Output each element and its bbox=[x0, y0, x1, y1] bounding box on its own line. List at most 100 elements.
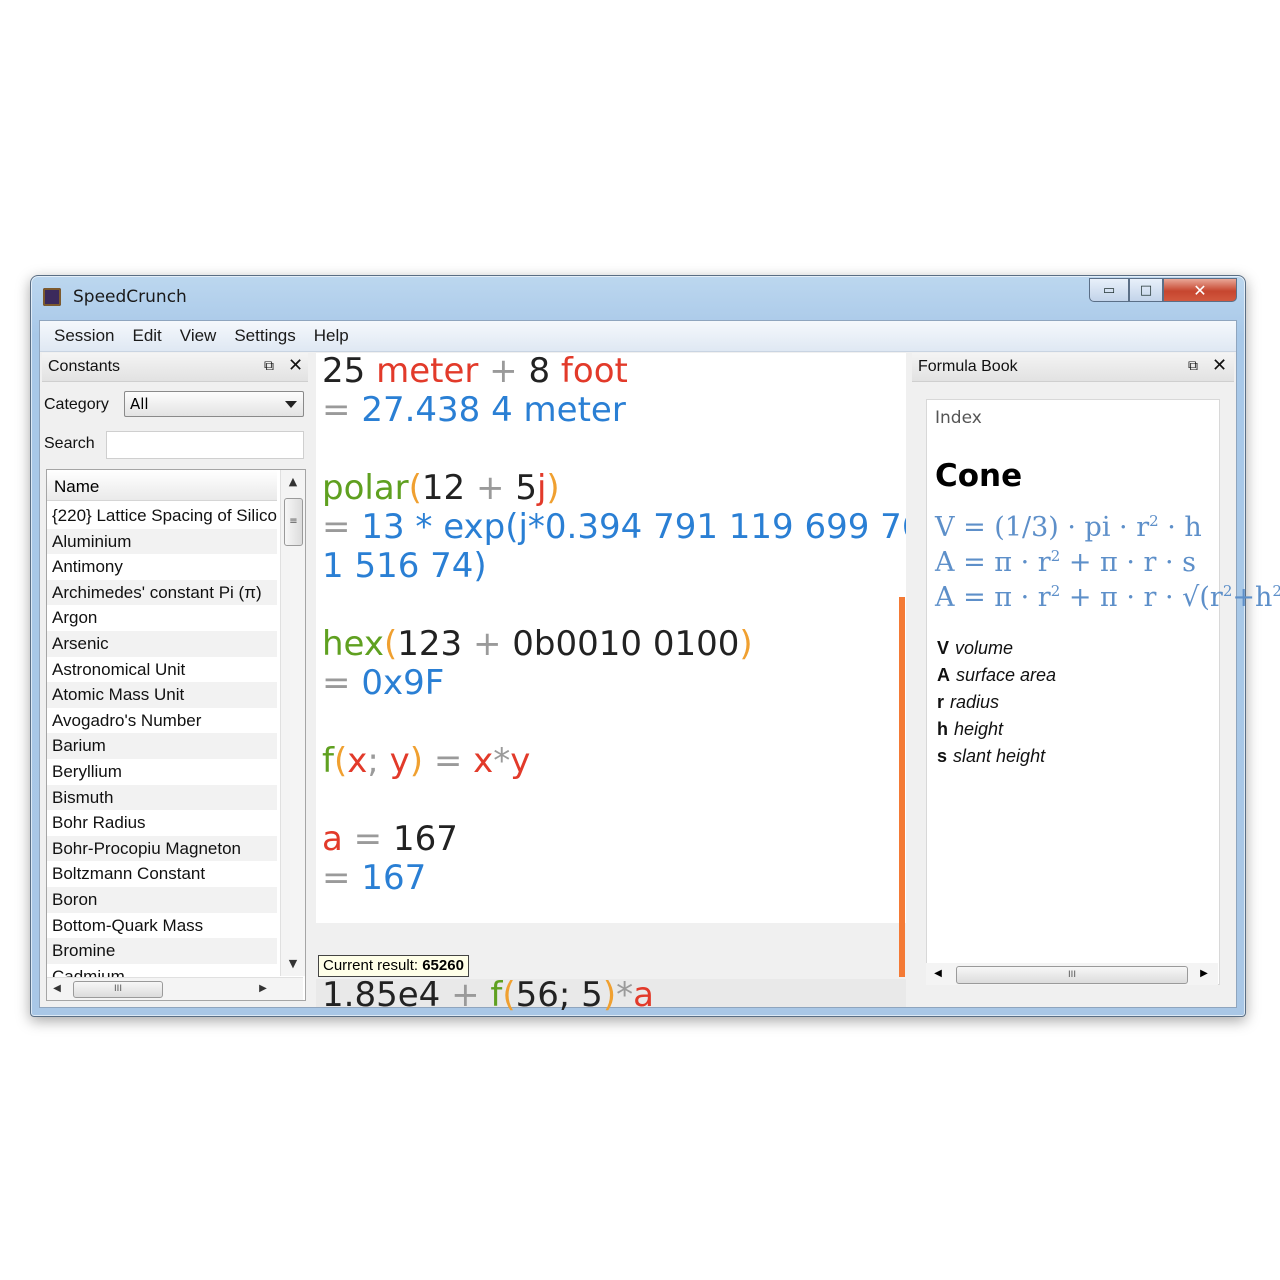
maximize-button[interactable]: □ bbox=[1129, 278, 1163, 302]
expr-operator: + bbox=[472, 624, 502, 664]
equals-sign: = bbox=[353, 819, 383, 859]
expr-function: f bbox=[490, 975, 503, 1015]
list-header[interactable]: Name bbox=[47, 470, 277, 501]
constant-list-item[interactable]: Barium bbox=[47, 733, 277, 759]
legend-item: Asurface area bbox=[937, 665, 1056, 686]
constant-list-item[interactable]: Avogadro's Number bbox=[47, 708, 277, 734]
scroll-thumb-horizontal[interactable]: III bbox=[956, 966, 1188, 984]
constant-list-item[interactable]: Arsenic bbox=[47, 630, 277, 657]
legend-item: r radius bbox=[937, 692, 999, 713]
scroll-down-icon[interactable]: ▼ bbox=[281, 954, 305, 974]
expr-imaginary-unit: j bbox=[536, 468, 547, 508]
scroll-right-icon[interactable]: ▶ bbox=[1196, 963, 1212, 985]
expr-variable: x bbox=[347, 741, 368, 781]
scroll-left-icon[interactable]: ◀ bbox=[49, 978, 65, 1000]
constants-list[interactable]: Name {220} Lattice Spacing of Silicon Alu… bbox=[46, 469, 306, 1001]
close-button[interactable]: ✕ bbox=[1163, 278, 1237, 302]
expr-number: 1.85e4 bbox=[322, 975, 441, 1015]
expression-editor[interactable]: 1.85e4 + f(56; 5)*a bbox=[316, 975, 906, 1015]
constant-list-item[interactable]: Bromine bbox=[47, 938, 277, 964]
search-input[interactable] bbox=[106, 431, 304, 459]
constant-list-item[interactable]: Atomic Mass Unit bbox=[47, 682, 277, 708]
float-icon[interactable]: ⧉ bbox=[264, 357, 274, 374]
legend-item: Vvolume bbox=[937, 638, 1013, 659]
expr-paren: ( bbox=[333, 741, 348, 781]
expression-2: polar(12 + 5j) bbox=[322, 468, 560, 508]
expr-operator: * bbox=[493, 741, 511, 781]
constant-list-item[interactable]: Bohr-Procopiu Magneton bbox=[47, 835, 277, 862]
scroll-thumb-horizontal[interactable]: III bbox=[73, 981, 163, 998]
scroll-right-icon[interactable]: ▶ bbox=[255, 978, 271, 1000]
results-display[interactable]: 25 meter + 8 foot = 27.438 4 meter polar… bbox=[316, 353, 906, 923]
constants-rows: {220} Lattice Spacing of Silicon Aluminiu… bbox=[47, 503, 277, 989]
expr-operator: + bbox=[451, 975, 480, 1015]
result-value: 0x9F bbox=[361, 663, 445, 703]
menu-settings[interactable]: Settings bbox=[226, 326, 305, 346]
constants-title: Constants bbox=[48, 358, 121, 375]
constant-list-item[interactable]: Astronomical Unit bbox=[47, 657, 277, 683]
float-icon[interactable]: ⧉ bbox=[1188, 357, 1198, 374]
constant-list-item[interactable]: Boron bbox=[47, 886, 277, 913]
constant-list-item[interactable]: Archimedes' constant Pi (π) bbox=[47, 579, 277, 606]
horizontal-scrollbar[interactable]: ◀ III ▶ bbox=[47, 977, 303, 1000]
legend-symbol: s bbox=[937, 746, 948, 766]
constant-list-item[interactable]: Bottom-Quark Mass bbox=[47, 913, 277, 939]
scroll-up-icon[interactable]: ▲ bbox=[281, 472, 305, 492]
formula-surface-area-slant[interactable]: A = π · r2 + π · r · √(r2+h2) bbox=[935, 582, 1280, 613]
legend-symbol: r bbox=[937, 692, 945, 712]
menu-help[interactable]: Help bbox=[306, 326, 359, 346]
constant-list-item[interactable]: Aluminium bbox=[47, 528, 277, 555]
menu-bar: Session Edit View Settings Help bbox=[40, 321, 1236, 352]
client-area: Session Edit View Settings Help Constant… bbox=[39, 320, 1280, 1015]
result-1: = 27.438 4 meter bbox=[322, 390, 626, 430]
speedcrunch-app-icon bbox=[43, 288, 61, 306]
expr-paren: ( bbox=[408, 468, 422, 508]
expr-separator: ; bbox=[367, 741, 379, 781]
expr-paren: ) bbox=[602, 975, 617, 1015]
expr-variable: a bbox=[633, 975, 654, 1015]
index-link[interactable]: Index bbox=[935, 408, 982, 428]
formula-volume[interactable]: V = (1/3) · pi · r2 · h bbox=[935, 512, 1202, 543]
legend-symbol: V bbox=[937, 638, 950, 658]
constant-list-item[interactable]: Boltzmann Constant bbox=[47, 861, 277, 887]
result-value: 13 * exp(j*0.394 791 119 699 76 bbox=[361, 507, 906, 547]
constant-list-item[interactable]: Argon bbox=[47, 605, 277, 631]
scroll-thumb[interactable]: ≡ bbox=[284, 498, 303, 546]
expr-paren: ) bbox=[409, 741, 424, 781]
constant-list-item[interactable]: Antimony bbox=[47, 554, 277, 580]
legend-description: volume bbox=[955, 638, 1014, 658]
formula-horizontal-scrollbar[interactable]: ◀ III ▶ bbox=[926, 963, 1218, 985]
scroll-left-icon[interactable]: ◀ bbox=[930, 963, 946, 985]
result-value: 1 516 74) bbox=[322, 546, 487, 586]
expr-operator: * bbox=[616, 975, 634, 1015]
menu-session[interactable]: Session bbox=[46, 326, 124, 346]
category-select[interactable]: All bbox=[124, 391, 304, 417]
constant-list-item[interactable]: Bismuth bbox=[47, 784, 277, 811]
menu-view[interactable]: View bbox=[172, 326, 227, 346]
legend-item: h height bbox=[937, 719, 1003, 740]
result-value: 167 bbox=[361, 858, 427, 898]
scroll-position-indicator bbox=[899, 597, 905, 977]
vertical-scrollbar[interactable]: ▲ ≡ ▼ bbox=[280, 470, 305, 976]
close-icon[interactable]: ✕ bbox=[288, 355, 303, 376]
minimize-button[interactable]: ▭ bbox=[1089, 278, 1129, 302]
expr-operator: + bbox=[476, 468, 505, 508]
menu-edit[interactable]: Edit bbox=[124, 326, 171, 346]
close-icon[interactable]: ✕ bbox=[1212, 355, 1227, 376]
equals-sign: = bbox=[322, 390, 351, 430]
constant-list-item[interactable]: Beryllium bbox=[47, 759, 277, 785]
equals-sign: = bbox=[322, 858, 351, 898]
expr-number: 25 bbox=[322, 353, 366, 391]
formula-heading: Cone bbox=[935, 458, 1023, 494]
constants-panel: Constants ⧉ ✕ Category All Search Name {… bbox=[42, 353, 310, 1003]
constant-list-item[interactable]: Bohr Radius bbox=[47, 810, 277, 836]
expr-function: hex bbox=[322, 624, 384, 664]
expr-unit: foot bbox=[560, 353, 628, 391]
constant-list-item[interactable]: {220} Lattice Spacing of Silicon bbox=[47, 503, 277, 529]
result-5: = 167 bbox=[322, 858, 426, 898]
formula-surface-area[interactable]: A = π · r2 + π · r · s bbox=[935, 547, 1196, 578]
expr-variable: a bbox=[322, 819, 343, 859]
expression-4: f(x; y) = x*y bbox=[322, 741, 530, 781]
equals-sign: = bbox=[322, 663, 351, 703]
result-value: 27.438 4 meter bbox=[361, 390, 626, 430]
